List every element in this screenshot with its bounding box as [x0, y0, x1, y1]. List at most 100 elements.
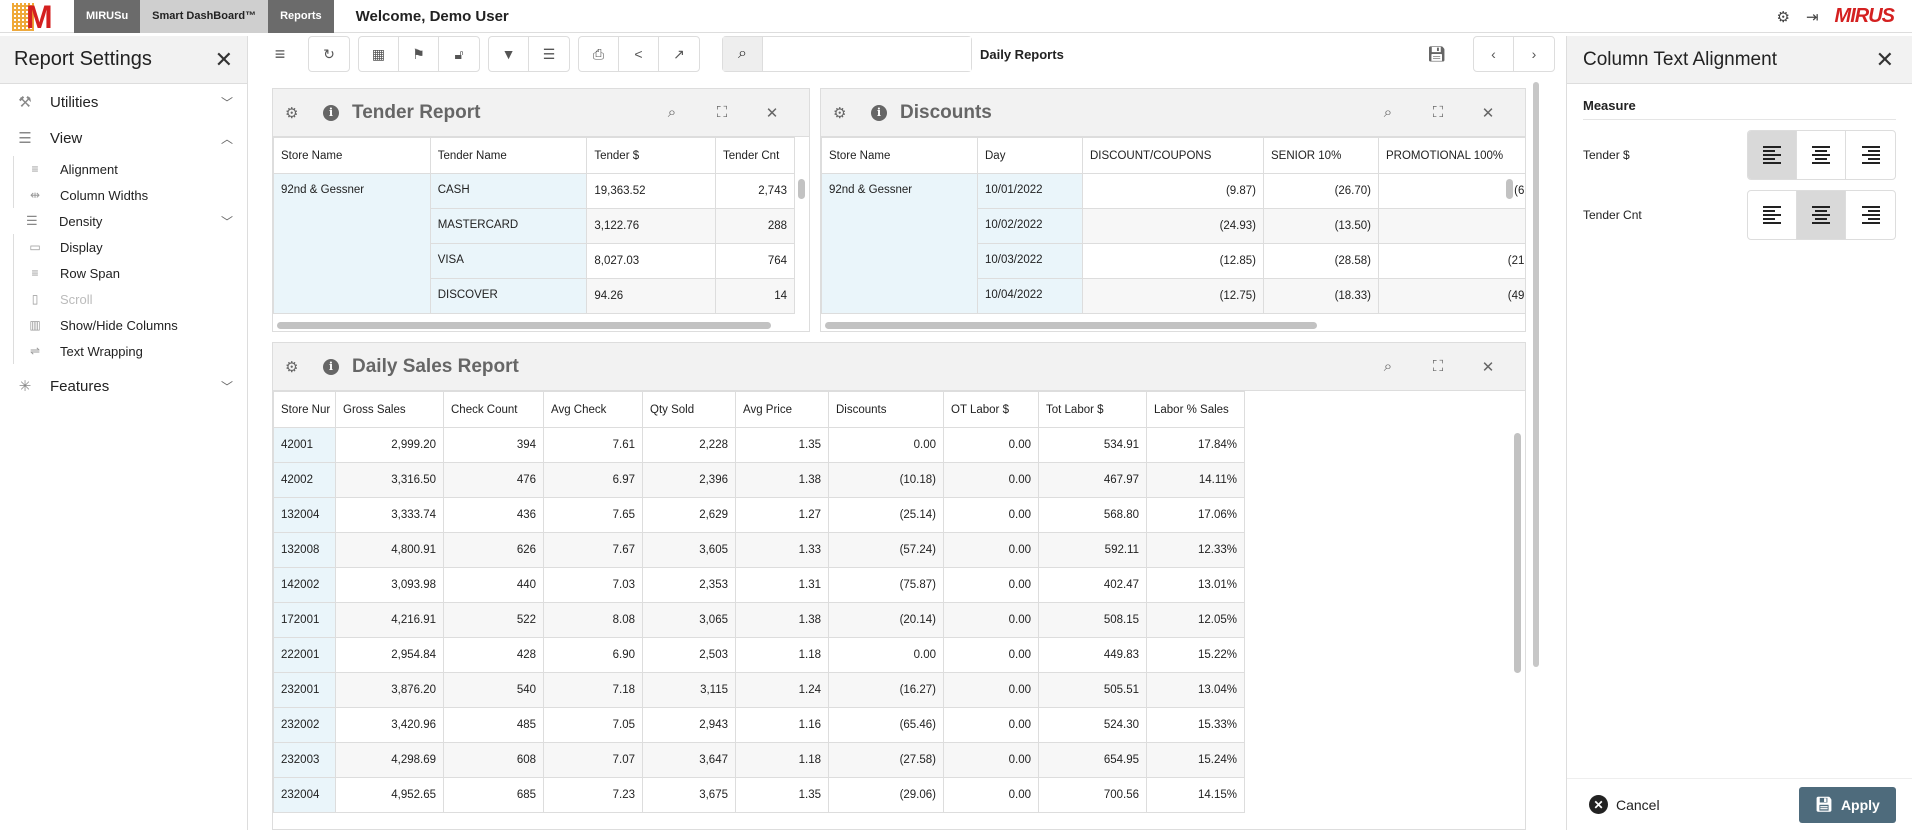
- close-icon[interactable]: ✕: [1463, 104, 1513, 122]
- column-header[interactable]: Store Name: [273, 137, 431, 174]
- column-header[interactable]: SENIOR 10%: [1263, 137, 1379, 174]
- next-icon[interactable]: ›: [1514, 37, 1554, 71]
- align-center-button[interactable]: [1797, 131, 1846, 179]
- cancel-button[interactable]: ✕ Cancel: [1589, 795, 1660, 814]
- prev-icon[interactable]: ‹: [1474, 37, 1514, 71]
- view-item-row-span[interactable]: ≡ Row Span: [14, 260, 247, 286]
- info-icon[interactable]: i: [323, 104, 339, 121]
- filter-list-icon[interactable]: ☰: [529, 37, 569, 71]
- column-header[interactable]: Store Nur: [273, 391, 336, 428]
- fullscreen-icon[interactable]: ⛶: [1413, 358, 1463, 376]
- value-cell: 4,216.91: [335, 602, 444, 638]
- bookmark-icon[interactable]: ⚑: [399, 37, 439, 71]
- tender-name-cell: VISA: [429, 243, 588, 279]
- column-header[interactable]: PROMOTIONAL 100%: [1378, 137, 1525, 174]
- fullscreen-icon[interactable]: ⛶: [1413, 104, 1463, 122]
- search-icon[interactable]: ⌕: [1363, 358, 1413, 376]
- search-input[interactable]: [763, 37, 971, 71]
- column-header[interactable]: DISCOUNT/COUPONS: [1082, 137, 1264, 174]
- filter-icon[interactable]: ▼: [489, 37, 529, 71]
- close-icon[interactable]: ✕: [1463, 358, 1513, 376]
- value-cell: 608: [443, 742, 544, 778]
- gear-icon[interactable]: ⚙: [285, 104, 305, 122]
- column-header[interactable]: Labor % Sales: [1146, 391, 1245, 428]
- view-item-display[interactable]: ▭ Display: [14, 234, 247, 260]
- column-header[interactable]: Qty Sold: [642, 391, 736, 428]
- logout-icon[interactable]: ⇥: [1806, 8, 1819, 26]
- section-utilities[interactable]: ⚒ Utilities ﹀: [0, 84, 247, 120]
- align-left-button[interactable]: [1748, 131, 1797, 179]
- value-cell: 7.67: [543, 532, 643, 568]
- align-left-button[interactable]: [1748, 191, 1797, 239]
- view-item-alignment[interactable]: ≡ Alignment: [14, 156, 247, 182]
- column-header[interactable]: Store Name: [821, 137, 978, 174]
- add-widget-icon[interactable]: ▦: [359, 37, 399, 71]
- section-view[interactable]: ☰ View ︿: [0, 120, 247, 156]
- density-icon: ☰: [26, 213, 38, 228]
- table-row: 232001 3,876.20 540 7.18 3,115 1.24 (16.27) 0.0…: [273, 672, 1245, 708]
- column-header[interactable]: Discounts: [828, 391, 944, 428]
- vertical-scrollbar[interactable]: [798, 179, 805, 199]
- search-icon[interactable]: ⌕: [1363, 104, 1413, 122]
- store-number-cell: 42001: [273, 427, 336, 463]
- info-icon[interactable]: i: [323, 358, 339, 375]
- apply-button[interactable]: 💾︎ Apply: [1799, 786, 1896, 823]
- align-right-button[interactable]: [1846, 131, 1895, 179]
- value-cell: 8.08: [543, 602, 643, 638]
- vertical-scrollbar[interactable]: [1514, 433, 1521, 673]
- align-right-button[interactable]: [1846, 191, 1895, 239]
- discounts-table: Store Name Day DISCOUNT/COUPONS SENIOR 10% P…: [821, 137, 1525, 314]
- close-icon[interactable]: ✕: [747, 104, 797, 122]
- search-icon[interactable]: ⌕: [647, 104, 697, 122]
- column-header[interactable]: Gross Sales: [335, 391, 444, 428]
- view-item-text-wrapping[interactable]: ⇌ Text Wrapping: [14, 338, 247, 364]
- info-icon[interactable]: i: [871, 104, 887, 121]
- align-right-icon: [1861, 146, 1880, 164]
- section-features[interactable]: ✳ Features ﹀: [0, 368, 247, 404]
- value-cell: 2,396: [642, 462, 736, 498]
- horizontal-scrollbar[interactable]: [277, 322, 771, 329]
- align-center-button[interactable]: [1797, 191, 1846, 239]
- refresh-icon[interactable]: ↻: [309, 37, 349, 71]
- value-cell: 7.18: [543, 672, 643, 708]
- share-icon[interactable]: <: [619, 37, 659, 71]
- nav-tab-smart-dashboard[interactable]: Smart DashBoard™: [140, 0, 269, 33]
- page-vertical-scrollbar[interactable]: [1533, 82, 1539, 667]
- vertical-scrollbar[interactable]: [1506, 179, 1513, 199]
- column-header[interactable]: OT Labor $: [943, 391, 1039, 428]
- value-cell: (16.27): [828, 672, 944, 708]
- menu-icon[interactable]: ≡: [260, 37, 300, 71]
- horizontal-scrollbar[interactable]: [825, 322, 1317, 329]
- value-cell: 0.00: [943, 707, 1039, 743]
- close-icon[interactable]: ✕: [1876, 47, 1894, 73]
- fullscreen-icon[interactable]: ⛶: [697, 104, 747, 122]
- row-span-icon: ≡: [31, 266, 39, 280]
- gear-icon[interactable]: ⚙: [285, 358, 305, 376]
- open-external-icon[interactable]: ↗: [659, 37, 699, 71]
- column-alignment-title: Column Text Alignment: [1583, 48, 1777, 70]
- view-item-column-widths[interactable]: ⇹ Column Widths: [14, 182, 247, 208]
- gear-icon[interactable]: ⚙: [833, 104, 853, 122]
- column-header[interactable]: Tender $: [586, 137, 717, 174]
- save-icon[interactable]: 💾︎: [1427, 45, 1457, 63]
- column-header[interactable]: Tot Labor $: [1038, 391, 1147, 428]
- view-item-density[interactable]: ☰ Density ﹀: [0, 208, 247, 234]
- value-cell: 592.11: [1038, 532, 1147, 568]
- nav-tab-reports[interactable]: Reports: [268, 0, 334, 33]
- column-header[interactable]: Tender Name: [429, 137, 588, 174]
- print-icon[interactable]: ⎙: [579, 37, 619, 71]
- view-item-show-hide-columns[interactable]: ▥ Show/Hide Columns: [14, 312, 247, 338]
- close-icon[interactable]: ✕: [215, 47, 233, 73]
- column-header[interactable]: Day: [977, 137, 1083, 174]
- unlock-icon[interactable]: 🔓︎: [439, 37, 479, 71]
- value-cell: 4,952.65: [335, 777, 444, 813]
- mirus-logo[interactable]: M: [12, 0, 74, 33]
- value-cell: 524.30: [1038, 707, 1147, 743]
- column-header[interactable]: Tender Cnt: [715, 137, 795, 174]
- search-icon[interactable]: ⌕: [723, 37, 763, 71]
- nav-tab-mirusu[interactable]: MIRUSu: [74, 0, 141, 33]
- column-header[interactable]: Avg Price: [735, 391, 829, 428]
- column-header[interactable]: Check Count: [443, 391, 544, 428]
- column-header[interactable]: Avg Check: [543, 391, 643, 428]
- settings-gear-icon[interactable]: ⚙: [1777, 8, 1790, 26]
